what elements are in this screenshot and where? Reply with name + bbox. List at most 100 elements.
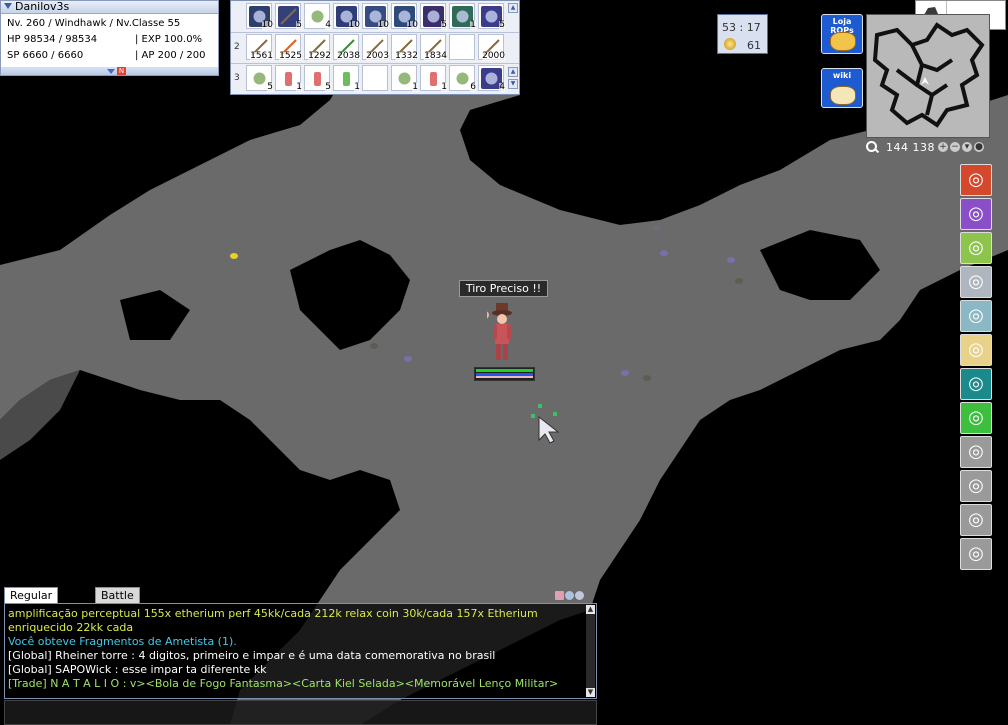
item-count: 10 bbox=[377, 20, 389, 30]
scroll-down-icon[interactable]: ▼ bbox=[508, 79, 518, 89]
search-icon[interactable] bbox=[866, 141, 877, 152]
scroll-up-icon[interactable]: ▲ bbox=[586, 605, 595, 614]
hotkey-slot[interactable]: 2003 bbox=[362, 34, 389, 61]
hotkey-slot[interactable] bbox=[449, 34, 475, 60]
hotkey-slot[interactable]: 1292 bbox=[304, 34, 331, 61]
close-icon[interactable] bbox=[555, 591, 564, 600]
player-character[interactable] bbox=[481, 303, 517, 363]
tab-battle-log[interactable]: Battle Log bbox=[95, 587, 140, 617]
lock-icon[interactable] bbox=[575, 591, 584, 600]
light-skill-icon[interactable]: ◎ bbox=[960, 334, 992, 366]
hotkey-slot[interactable]: 5 bbox=[304, 65, 331, 92]
minimap[interactable] bbox=[866, 14, 990, 138]
wiki-button[interactable]: wiki bbox=[821, 68, 863, 108]
item-count: 1 bbox=[412, 82, 418, 92]
skill-glyph: ◎ bbox=[968, 305, 984, 326]
hotkey-slot[interactable]: 1 bbox=[449, 3, 476, 30]
hotkey-slot[interactable]: 6 bbox=[449, 65, 476, 92]
hotkey-slot[interactable]: 2000 bbox=[478, 34, 505, 61]
skill-glyph: ◎ bbox=[968, 339, 984, 360]
monster-marker[interactable] bbox=[621, 370, 629, 376]
hotkey-slot[interactable]: 10 bbox=[246, 3, 273, 30]
hotkey-bar[interactable]: 10 5 4 10 10 10 5 1 5 ▲ 2 1561 1525 1292 2038 2003 13… bbox=[230, 0, 520, 95]
mouse-cursor-icon bbox=[538, 415, 560, 447]
green-swirl-skill-icon[interactable]: ◎ bbox=[960, 232, 992, 264]
hotkey-slot[interactable]: 4 bbox=[304, 3, 331, 30]
hotkey-slot[interactable]: 1 bbox=[275, 65, 302, 92]
hotkey-slot[interactable]: 2038 bbox=[333, 34, 360, 61]
chat-window[interactable]: amplificação perceptual 155x etherium pe… bbox=[4, 603, 597, 699]
settings-icon[interactable] bbox=[565, 591, 574, 600]
character-status-window[interactable]: Danilov3s Nv. 260 / Windhawk / Nv.Classe… bbox=[0, 0, 219, 76]
hotkey-slot[interactable]: 5 bbox=[275, 3, 302, 30]
timer-text: 53 : 17 bbox=[722, 21, 761, 34]
status-window-title[interactable]: Danilov3s bbox=[1, 1, 218, 14]
hotkey-slot[interactable]: 1561 bbox=[246, 34, 273, 61]
expand-arrow-icon[interactable] bbox=[107, 69, 115, 74]
tab-regular-chat[interactable]: Regular Chat bbox=[4, 587, 59, 617]
item-count: 1 bbox=[354, 82, 360, 92]
wiki-label: wiki bbox=[832, 71, 852, 80]
settings-icon[interactable]: ● bbox=[974, 142, 984, 152]
chat-input[interactable] bbox=[4, 700, 597, 725]
skill-glyph: ◎ bbox=[968, 373, 984, 394]
hotkey-slot[interactable]: 1332 bbox=[391, 34, 418, 61]
chevron-down-icon[interactable]: ▾ bbox=[962, 142, 972, 152]
item-count: 4 bbox=[325, 20, 331, 30]
hotkey-slot[interactable]: 1 bbox=[391, 65, 418, 92]
hotkey-slot[interactable]: 10 bbox=[391, 3, 418, 30]
monster-marker[interactable] bbox=[370, 343, 378, 349]
zoom-in-icon[interactable]: + bbox=[938, 142, 948, 152]
fire-spiral-skill-icon[interactable]: ◎ bbox=[960, 164, 992, 196]
green-wing-skill-icon[interactable]: ◎ bbox=[960, 402, 992, 434]
purple-spiral-skill-icon[interactable]: ◎ bbox=[960, 198, 992, 230]
chat-controls bbox=[555, 590, 585, 603]
hotkey-slot[interactable] bbox=[362, 65, 388, 91]
grey-skill-icon[interactable]: ◎ bbox=[960, 504, 992, 536]
scroll-up-icon[interactable]: ▲ bbox=[508, 67, 518, 77]
item-count: 2003 bbox=[366, 51, 389, 61]
hotkey-slot[interactable]: 1 bbox=[420, 65, 447, 92]
monster-marker[interactable] bbox=[660, 250, 668, 256]
monster-marker[interactable] bbox=[653, 225, 661, 231]
monster-marker[interactable] bbox=[230, 253, 238, 259]
item-count: 2000 bbox=[482, 51, 505, 61]
item-count: 1292 bbox=[308, 51, 331, 61]
hotkey-slot[interactable]: 5 bbox=[478, 3, 505, 30]
monster-marker[interactable] bbox=[735, 278, 743, 284]
hotkey-slot[interactable]: 1525 bbox=[275, 34, 302, 61]
notification-badge[interactable]: N bbox=[117, 67, 126, 75]
grey-skill-icon[interactable]: ◎ bbox=[960, 470, 992, 502]
loja-rops-button[interactable]: Loja ROPs bbox=[821, 14, 863, 54]
chat-line: Você obteve Fragmentos de Ametista (1). bbox=[8, 635, 237, 648]
white-swirl-skill-icon[interactable]: ◎ bbox=[960, 266, 992, 298]
cross-arrows-skill-icon[interactable]: ◎ bbox=[960, 368, 992, 400]
monster-marker[interactable] bbox=[643, 375, 651, 381]
hotkey-slot[interactable]: 5 bbox=[420, 3, 447, 30]
teal-swirl-skill-icon[interactable]: ◎ bbox=[960, 300, 992, 332]
collapse-arrow-icon[interactable] bbox=[4, 3, 12, 9]
item-count: 5 bbox=[325, 82, 331, 92]
skill-shout-bubble: Tiro Preciso !! bbox=[459, 280, 548, 297]
hotkey-slot[interactable]: 5 bbox=[246, 65, 273, 92]
chat-scrollbar[interactable]: ▲ ▼ bbox=[586, 605, 595, 697]
skill-glyph: ◎ bbox=[968, 509, 984, 530]
hotkey-slot[interactable]: 1 bbox=[333, 65, 360, 92]
scroll-up-icon[interactable]: ▲ bbox=[508, 3, 518, 13]
item-count: 5 bbox=[296, 20, 302, 30]
hotkey-slot[interactable]: 4 bbox=[478, 65, 505, 92]
hotkey-slot[interactable]: 10 bbox=[333, 3, 360, 30]
skill-glyph: ◎ bbox=[968, 441, 984, 462]
skill-glyph: ◎ bbox=[968, 407, 984, 428]
zoom-out-icon[interactable]: − bbox=[950, 142, 960, 152]
monster-marker[interactable] bbox=[404, 356, 412, 362]
grey-skill-icon[interactable]: ◎ bbox=[960, 436, 992, 468]
item-count: 10 bbox=[348, 20, 360, 30]
scroll-down-icon[interactable]: ▼ bbox=[586, 688, 595, 697]
grey-skill-icon[interactable]: ◎ bbox=[960, 538, 992, 570]
timer-coin-box[interactable]: 53 : 17 61 bbox=[717, 14, 768, 54]
monster-marker[interactable] bbox=[727, 257, 735, 263]
hotkey-slot[interactable]: 1834 bbox=[420, 34, 447, 61]
hotkey-slot[interactable]: 10 bbox=[362, 3, 389, 30]
level-class-text: Nv. 260 / Windhawk / Nv.Classe 55 bbox=[7, 18, 181, 29]
